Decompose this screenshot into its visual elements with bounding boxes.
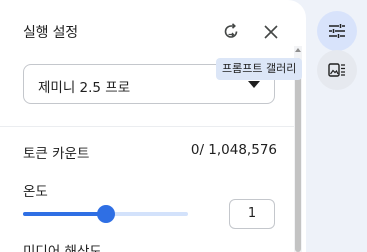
slider-thumb[interactable] — [96, 205, 115, 223]
section-divider — [0, 126, 294, 127]
dropdown-arrow-icon — [248, 81, 260, 88]
prompt-gallery-button[interactable] — [317, 50, 357, 90]
run-settings-panel: 실행 설정 제미니 2.5 프로 토큰 카운트 0/ 1,048,576 온도 … — [0, 0, 306, 252]
media-resolution-label: 미디어 해상도 — [23, 244, 102, 252]
slider-fill — [23, 212, 106, 216]
temperature-input[interactable]: 1 — [229, 199, 275, 229]
prompt-gallery-tooltip: 프롬프트 갤러리 — [216, 58, 303, 80]
tune-icon — [329, 24, 345, 38]
close-icon — [264, 25, 278, 39]
close-button[interactable] — [258, 19, 284, 45]
token-count-label: 토큰 카운트 — [23, 146, 90, 162]
model-select-value: 제미니 2.5 프로 — [38, 80, 131, 96]
panel-title: 실행 설정 — [23, 25, 78, 41]
temperature-slider[interactable] — [23, 205, 188, 223]
temperature-label: 온도 — [23, 184, 48, 200]
reset-settings-button[interactable] — [218, 19, 244, 45]
run-settings-toggle-button[interactable] — [317, 11, 357, 51]
reset-settings-icon — [224, 23, 238, 38]
prompt-gallery-icon — [328, 63, 345, 77]
scroll-up-icon[interactable] — [295, 48, 301, 52]
scroll-thumb[interactable] — [295, 58, 301, 252]
token-count-value: 0/ 1,048,576 — [190, 142, 277, 158]
